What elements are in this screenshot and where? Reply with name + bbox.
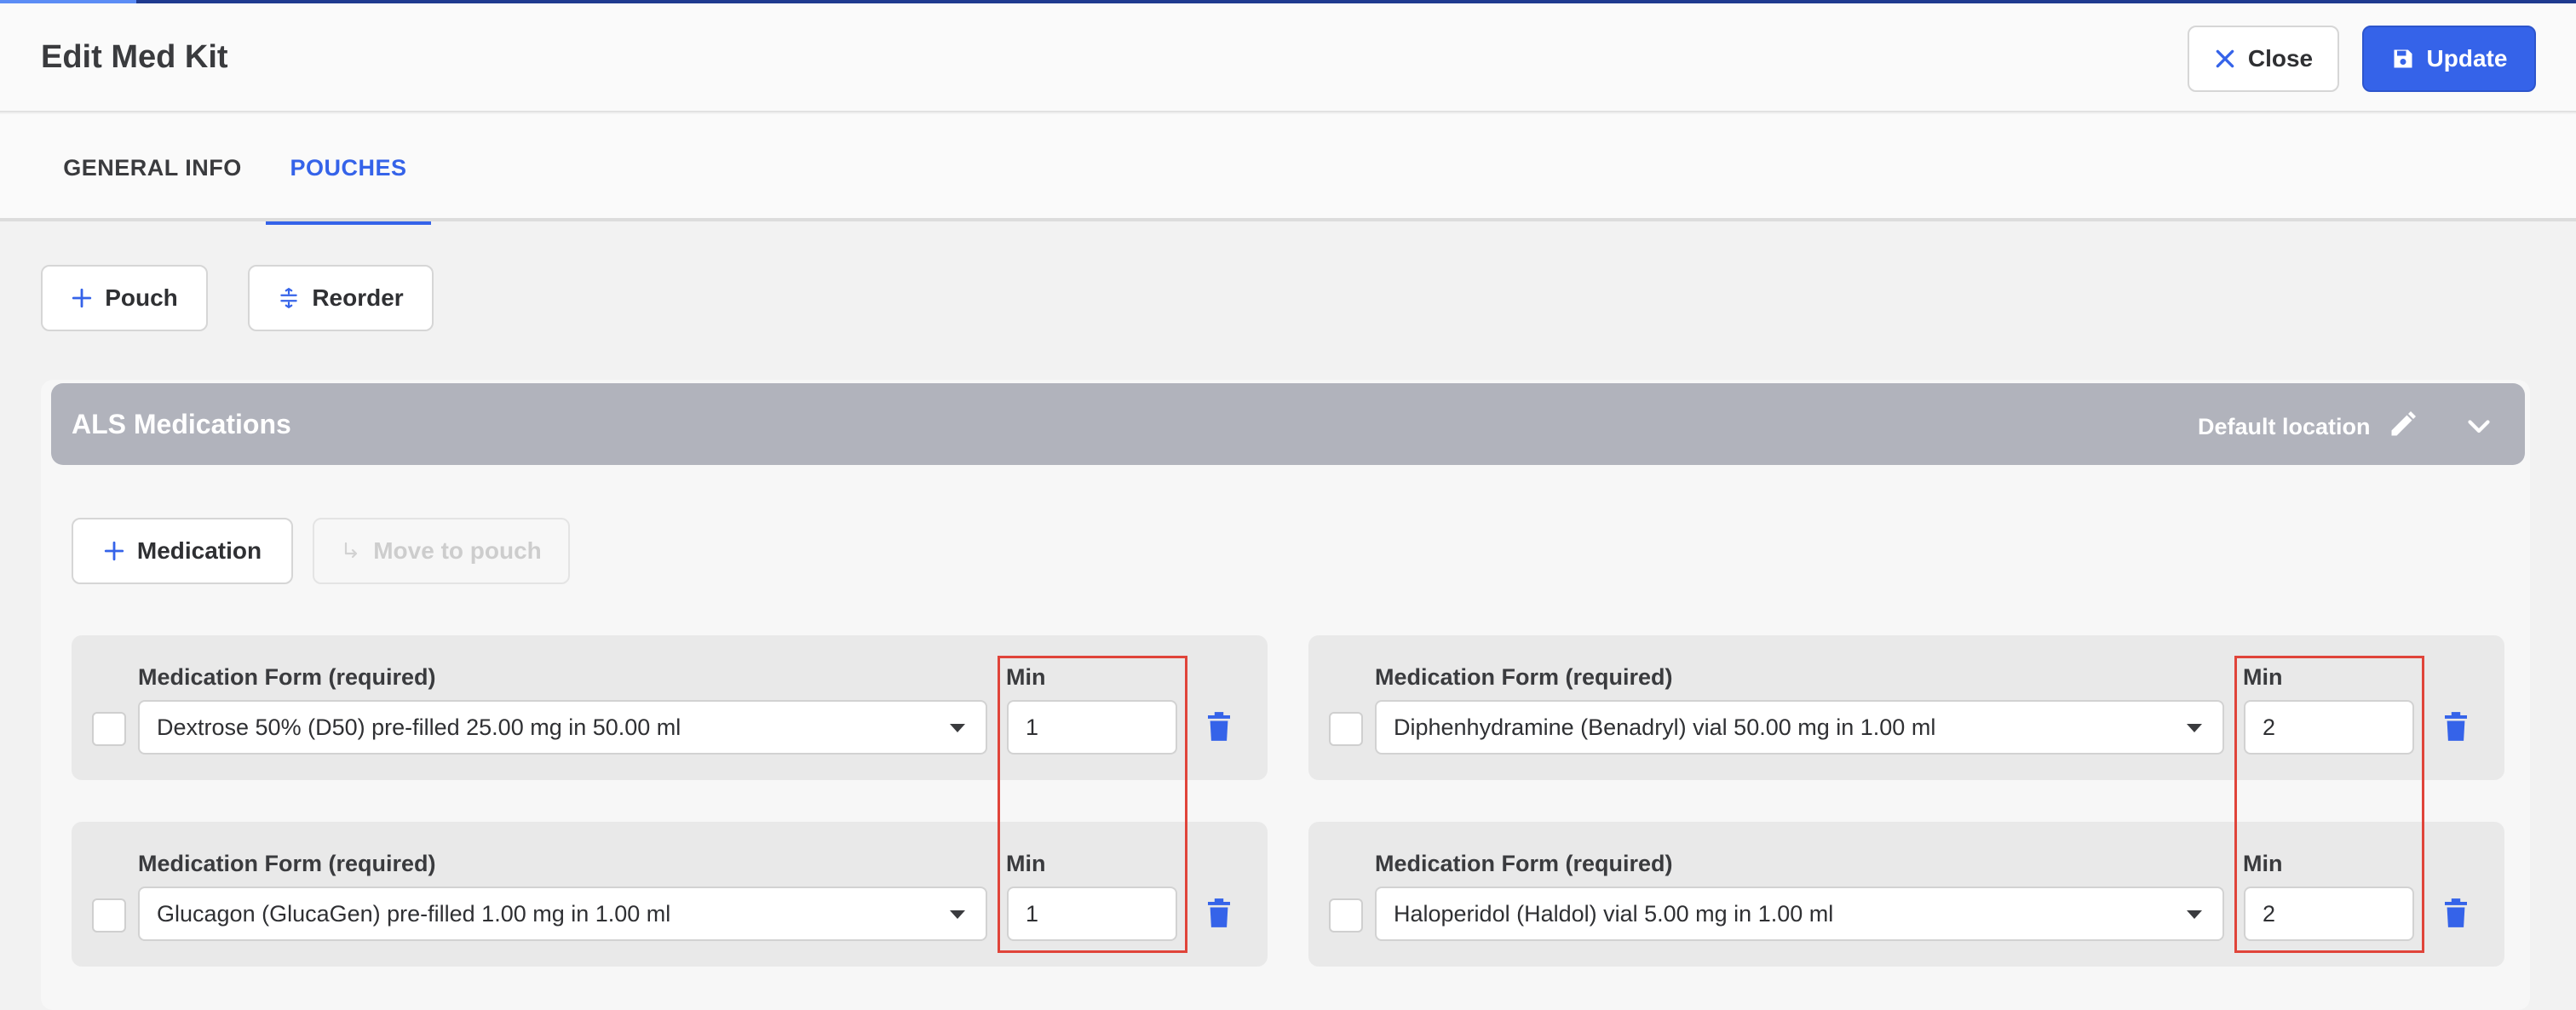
close-label: Close — [2247, 45, 2314, 72]
medication-form-label: Medication Form (required) — [138, 664, 436, 690]
move-to-pouch-button[interactable]: Move to pouch — [313, 518, 570, 584]
tab-general-info[interactable]: GENERAL INFO — [43, 114, 262, 221]
plus-icon — [104, 541, 124, 561]
trash-icon[interactable] — [1208, 898, 1230, 927]
medication-form-value: Dextrose 50% (D50) pre-filled 25.00 mg i… — [157, 714, 681, 740]
close-button[interactable]: Close — [2188, 26, 2339, 92]
min-column-highlight — [998, 656, 1187, 953]
medication-label: Medication — [136, 537, 262, 564]
medication-form-label: Medication Form (required) — [1375, 664, 1673, 690]
medication-form-label: Medication Form (required) — [1375, 851, 1673, 876]
medication-form-select[interactable]: Glucagon (GlucaGen) pre-filled 1.00 mg i… — [138, 887, 987, 941]
close-icon — [2216, 49, 2234, 68]
medication-form-select[interactable]: Dextrose 50% (D50) pre-filled 25.00 mg i… — [138, 700, 987, 755]
row-checkbox[interactable] — [1329, 898, 1363, 933]
tab-pouches[interactable]: POUCHES — [266, 114, 431, 225]
add-medication-button[interactable]: Medication — [72, 518, 293, 584]
row-checkbox[interactable] — [1329, 712, 1363, 746]
update-label: Update — [2426, 45, 2508, 72]
trash-icon[interactable] — [2445, 712, 2467, 741]
pouch-header[interactable]: ALS Medications Default location — [51, 383, 2525, 465]
medication-form-select[interactable]: Haloperidol (Haldol) vial 5.00 mg in 1.0… — [1375, 887, 2224, 941]
caret-down-icon — [950, 910, 965, 919]
pencil-icon[interactable] — [2388, 409, 2418, 439]
row-checkbox[interactable] — [92, 712, 126, 746]
reorder-icon — [280, 287, 298, 309]
plus-icon — [72, 288, 92, 308]
save-icon — [2394, 49, 2412, 68]
move-arrow-icon — [345, 542, 358, 559]
pouch-label: Pouch — [105, 284, 178, 311]
chevron-down-icon[interactable] — [2464, 410, 2494, 441]
trash-icon[interactable] — [1208, 712, 1230, 741]
medication-form-value: Haloperidol (Haldol) vial 5.00 mg in 1.0… — [1394, 900, 1834, 927]
add-pouch-button[interactable]: Pouch — [41, 265, 208, 331]
page-title: Edit Med Kit — [41, 39, 228, 75]
caret-down-icon — [2187, 724, 2202, 732]
reorder-button[interactable]: Reorder — [248, 265, 434, 331]
row-checkbox[interactable] — [92, 898, 126, 933]
page-header: Edit Med Kit Close Update — [0, 3, 2576, 112]
move-label: Move to pouch — [373, 537, 542, 564]
medication-form-label: Medication Form (required) — [138, 851, 436, 876]
trash-icon[interactable] — [2445, 898, 2467, 927]
medication-form-value: Glucagon (GlucaGen) pre-filled 1.00 mg i… — [157, 900, 671, 927]
update-button[interactable]: Update — [2362, 26, 2536, 92]
min-column-highlight — [2234, 656, 2424, 953]
caret-down-icon — [2187, 910, 2202, 919]
medication-form-select[interactable]: Diphenhydramine (Benadryl) vial 50.00 mg… — [1375, 700, 2224, 755]
tab-bar: GENERAL INFO POUCHES — [0, 114, 2576, 225]
pouch-title: ALS Medications — [72, 409, 291, 439]
caret-down-icon — [950, 724, 965, 732]
pouch-location: Default location — [2198, 414, 2371, 439]
medication-form-value: Diphenhydramine (Benadryl) vial 50.00 mg… — [1394, 714, 1936, 740]
reorder-label: Reorder — [312, 284, 404, 311]
